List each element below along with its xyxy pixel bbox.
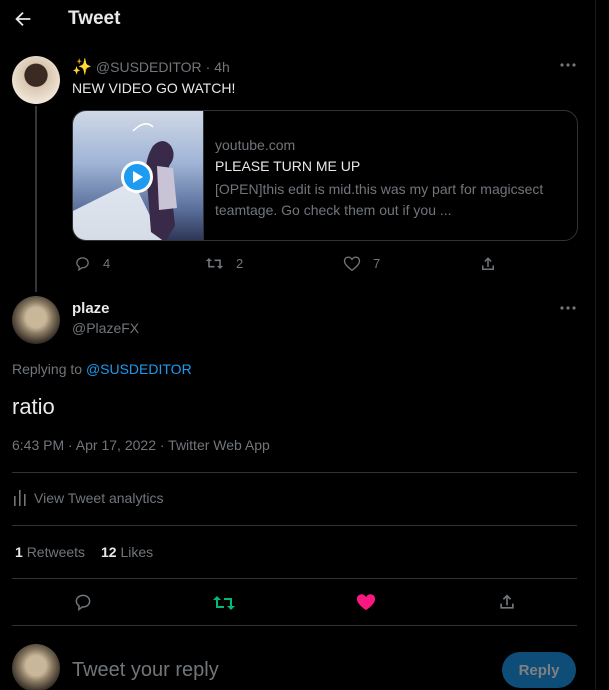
heart-icon[interactable] — [355, 592, 377, 612]
card-description: [OPEN]this edit is mid.this was my part … — [215, 181, 544, 218]
divider — [12, 472, 577, 473]
tweet-text: ratio — [12, 394, 55, 419]
retweet-label: Retweets — [26, 544, 86, 560]
retweet-icon — [205, 257, 224, 270]
author-handle[interactable]: @PlazeFX — [72, 320, 139, 336]
divider — [12, 525, 577, 526]
replying-handle-link[interactable]: @SUSDEDITOR — [86, 361, 192, 377]
retweets-stat[interactable]: 1 Retweets — [15, 544, 85, 560]
reply-icon — [76, 257, 89, 272]
replying-to: Replying to @SUSDEDITOR — [12, 361, 192, 377]
reply-count: 4 — [103, 256, 111, 271]
share-icon[interactable] — [479, 255, 497, 273]
scrollbar[interactable] — [595, 0, 609, 690]
like-total: 12 — [101, 544, 117, 560]
reply-button[interactable]: Reply — [502, 652, 576, 688]
view-analytics-link[interactable]: View Tweet analytics — [14, 490, 163, 506]
retweet-button[interactable]: 2 — [205, 255, 243, 272]
sparkles-emoji: ✨ — [72, 59, 92, 76]
avatar[interactable] — [12, 56, 60, 104]
retweet-count: 2 — [236, 256, 244, 271]
like-count: 7 — [373, 256, 381, 271]
avatar[interactable] — [12, 296, 60, 344]
thread-line — [35, 106, 37, 292]
like-button[interactable]: 7 — [343, 255, 380, 272]
retweet-icon[interactable] — [212, 593, 236, 613]
reply-icon[interactable] — [73, 592, 93, 612]
replying-prefix: Replying to — [12, 361, 83, 377]
page-title: Tweet — [68, 8, 121, 29]
play-icon[interactable] — [121, 161, 153, 193]
video-thumbnail — [73, 111, 203, 240]
card-domain: youtube.com — [215, 137, 296, 153]
likes-stat[interactable]: 12 Likes — [101, 544, 153, 560]
heart-icon — [343, 256, 361, 272]
more-options-icon[interactable] — [558, 300, 578, 316]
author-handle[interactable]: @SUSDEDITOR — [96, 59, 202, 75]
parent-tweet-header: ✨ @SUSDEDITOR · 4h — [72, 57, 230, 77]
avatar[interactable] — [12, 644, 60, 690]
analytics-icon — [14, 490, 26, 506]
analytics-label: View Tweet analytics — [34, 490, 164, 506]
author-name[interactable]: plaze — [72, 300, 110, 317]
more-options-icon[interactable] — [558, 57, 578, 73]
back-arrow-icon[interactable] — [12, 8, 34, 30]
reply-input[interactable] — [72, 656, 472, 684]
divider — [12, 625, 577, 626]
tweet-meta: 6:43 PM · Apr 17, 2022 · Twitter Web App — [12, 437, 270, 453]
divider — [12, 578, 577, 579]
retweet-total: 1 — [15, 544, 23, 560]
tweet-text: NEW VIDEO GO WATCH! — [72, 80, 236, 96]
like-label: Likes — [120, 544, 154, 560]
timestamp[interactable]: · 4h — [206, 59, 230, 75]
share-icon[interactable] — [497, 592, 517, 612]
card-divider — [203, 111, 204, 240]
card-title: PLEASE TURN ME UP — [215, 158, 361, 174]
reply-button[interactable]: 4 — [74, 255, 110, 272]
link-card[interactable]: youtube.com PLEASE TURN ME UP [OPEN]this… — [72, 110, 578, 241]
